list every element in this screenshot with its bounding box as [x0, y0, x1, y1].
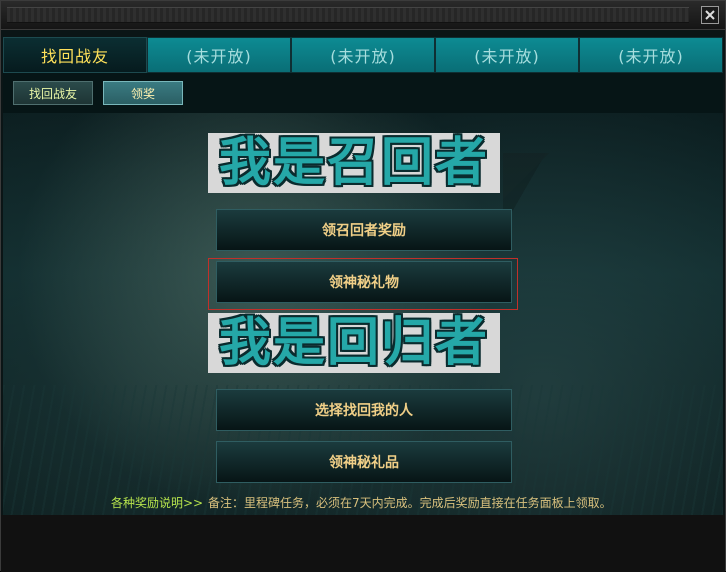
subnav-find-friends-button[interactable]: 找回战友: [13, 81, 93, 105]
tab-unavailable-3[interactable]: (未开放): [435, 37, 579, 73]
claim-mystery-gift-button[interactable]: 领神秘礼物: [216, 261, 512, 303]
tab-unavailable-2[interactable]: (未开放): [291, 37, 435, 73]
footer-note: 备注：里程碑任务，必须在7天内完成。完成后奖励直接在任务面板上领取。: [208, 496, 612, 510]
bottom-frame: [1, 515, 725, 572]
claim-recaller-reward-button[interactable]: 领召回者奖励: [216, 209, 512, 251]
claim-mystery-item-button[interactable]: 领神秘礼品: [216, 441, 512, 483]
tab-find-friends[interactable]: 找回战友: [3, 37, 147, 73]
footer: 各种奖励说明>> 备注：里程碑任务，必须在7天内完成。完成后奖励直接在任务面板上…: [3, 489, 723, 515]
close-icon: [705, 10, 715, 20]
sub-navigation: 找回战友 领奖: [3, 73, 723, 114]
tab-unavailable-4[interactable]: (未开放): [579, 37, 723, 73]
returner-banner: 我是回归者: [208, 313, 500, 373]
returner-banner-text: 我是回归者: [218, 313, 489, 373]
tab-bar: 找回战友 (未开放) (未开放) (未开放) (未开放): [3, 37, 723, 73]
close-button[interactable]: [701, 6, 719, 24]
tab-unavailable-1[interactable]: (未开放): [147, 37, 291, 73]
choose-recaller-button[interactable]: 选择找回我的人: [216, 389, 512, 431]
main-content: 我是召回者 领召回者奖励 领神秘礼物 我是回归者 选择找回我的人 领神秘礼品: [3, 113, 723, 515]
subnav-claim-rewards-button[interactable]: 领奖: [103, 81, 183, 105]
recaller-banner: 我是召回者: [208, 133, 500, 193]
reward-rules-link[interactable]: 各种奖励说明>>: [111, 494, 203, 511]
title-bar: [1, 1, 725, 30]
recaller-banner-text: 我是召回者: [218, 133, 489, 193]
background-leaves: [503, 153, 723, 393]
recall-friends-window: 找回战友 (未开放) (未开放) (未开放) (未开放) 找回战友 领奖 我是召…: [0, 0, 726, 572]
